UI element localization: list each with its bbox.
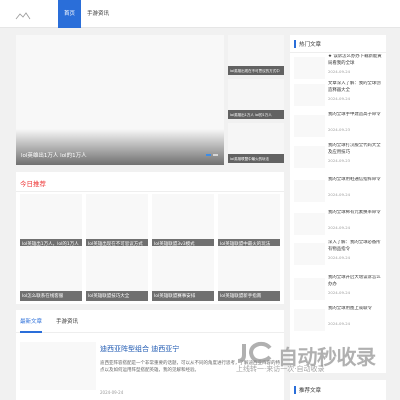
hot-item-title[interactable]: 深入了解：我的全球必备所有物品指令 bbox=[328, 240, 384, 253]
watermark-subtitle: 上线转一·来访一次·自动收录 bbox=[236, 365, 325, 373]
slider-dot[interactable] bbox=[206, 154, 211, 156]
hot-item-title[interactable]: 我的全球打汉服全代码大全及应用技巧 bbox=[328, 143, 384, 156]
recommend-card[interactable]: lol英雄联盟技巧大全 bbox=[86, 246, 148, 301]
accent-bar bbox=[294, 40, 296, 48]
accent-bar bbox=[294, 386, 296, 394]
main-nav: 首页 手游资讯 bbox=[58, 0, 115, 28]
hot-item-image[interactable] bbox=[294, 180, 325, 202]
recommend-card[interactable]: lol英雄联盟赛事安排 bbox=[152, 246, 214, 301]
hot-articles-panel: 热门文章 ★ 误诉怎么办办下载新能黄局看我的全球 2024-09-24 文章深入了… bbox=[290, 35, 386, 373]
site-header: 首页 手游资讯 bbox=[0, 0, 400, 28]
hot-item-title[interactable]: ★ 误诉怎么办办下载新能黄局看我的全球 bbox=[328, 54, 384, 67]
recommend-card[interactable]: lol英雄联盟中最火的玩法 bbox=[218, 194, 280, 249]
side-thumbnails: lol英雄出现在不可思议的方式中 lol英雄出1万人 lol的1万人 lol英雄… bbox=[228, 35, 284, 167]
thumb-caption: lol英雄联盟中最火的玩法 bbox=[230, 156, 270, 161]
card-caption: lol怎么联系在线客服 bbox=[22, 294, 64, 299]
recommend-card[interactable]: lol英雄出现在不可思议方式 bbox=[86, 194, 148, 249]
hot-item[interactable]: 深入了解：我的全球必备所有物品指令 2024-09-24 bbox=[328, 240, 384, 260]
hero-slider[interactable]: lol英雄出1万人 lol的1万人 bbox=[16, 35, 224, 165]
panel-title: 推荐文章 bbox=[299, 388, 322, 394]
watermark: 自动秒收录 上线转一·来访一次·自动收录 bbox=[232, 338, 388, 380]
panel-title: 热门文章 bbox=[299, 42, 322, 48]
card-caption: lol英雄联盟赛事安排 bbox=[154, 294, 196, 299]
hot-item-image[interactable] bbox=[294, 243, 325, 265]
recommend-articles-panel: 推荐文章 bbox=[290, 380, 386, 400]
hot-item[interactable]: 我的全球用图上或联令 2024-09-24 bbox=[328, 306, 384, 326]
hot-item-date: 2024-09-24 bbox=[328, 96, 351, 101]
divider bbox=[16, 332, 284, 333]
hot-item-image[interactable] bbox=[294, 146, 325, 168]
hot-item[interactable]: 我的全球手中建造高子命令 2024-09-23 bbox=[328, 112, 384, 132]
nav-item-mobile-news[interactable]: 手游资讯 bbox=[81, 0, 115, 28]
active-tab-indicator bbox=[20, 331, 42, 333]
thumb-caption: lol英雄出现在不可思议的方式中 bbox=[230, 68, 280, 73]
hot-item-title[interactable]: 我的全球手中建造高子命令 bbox=[328, 112, 384, 125]
hot-item-image[interactable] bbox=[294, 57, 325, 79]
hot-item-title[interactable]: 文章深入了解：我的全球创造释器大全 bbox=[328, 81, 384, 94]
hot-item[interactable]: 我的全球开启大增误诉怎么办办 2024-09-24 bbox=[328, 275, 384, 295]
panel-header: 热门文章 bbox=[290, 35, 386, 53]
hot-item-date: 2024-09-24 bbox=[328, 321, 351, 326]
hot-item-date: 2024-09-24 bbox=[328, 192, 351, 197]
hot-item[interactable]: ★ 误诉怎么办办下载新能黄局看我的全球 2024-09-24 bbox=[328, 54, 384, 74]
article-title[interactable]: 迪西亚阵型组合 迪西亚宁 bbox=[100, 344, 179, 354]
side-thumb[interactable]: lol英雄出现在不可思议的方式中 bbox=[228, 35, 284, 75]
hot-item-image[interactable] bbox=[294, 84, 325, 106]
slider-shade bbox=[16, 129, 224, 165]
thumb-caption: lol英雄出1万人 lol的1万人 bbox=[230, 112, 272, 117]
hot-item-title[interactable]: 我的全球用鞋通信指挥命令 bbox=[328, 177, 384, 190]
nav-item-home[interactable]: 首页 bbox=[58, 0, 82, 28]
hot-item-title[interactable]: 我的全球开启大增误诉怎么办办 bbox=[328, 275, 384, 288]
slider-caption[interactable]: lol英雄出1万人 lol的1万人 bbox=[21, 151, 87, 159]
side-thumb[interactable]: lol英雄出1万人 lol的1万人 bbox=[228, 79, 284, 119]
recommend-card[interactable]: lol英雄联盟3v3模式 bbox=[152, 194, 214, 249]
recommend-card[interactable]: lol怎么联系在线客服 bbox=[20, 246, 82, 301]
hot-item-image[interactable] bbox=[294, 115, 325, 137]
hot-item-title[interactable]: 我的全球用图上或联令 bbox=[328, 306, 384, 319]
article-tabs: 最新文章 手游资讯 bbox=[20, 317, 78, 325]
hot-item-title[interactable]: 我的全球稀有元素换率命令 bbox=[328, 210, 384, 223]
hot-item-date: 2024-09-23 bbox=[328, 127, 351, 132]
hot-item-image[interactable] bbox=[294, 309, 325, 331]
hot-item-image[interactable] bbox=[294, 213, 325, 235]
hot-item[interactable]: 我的全球打汉服全代码大全及应用技巧 2024-09-23 bbox=[328, 143, 384, 163]
article-thumbnail[interactable] bbox=[20, 342, 96, 390]
hot-item[interactable]: 我的全球稀有元素换率命令 2024-09-24 bbox=[328, 210, 384, 230]
slider-dot[interactable] bbox=[213, 154, 218, 156]
divider bbox=[16, 191, 284, 192]
today-recommend-section: 今日推荐 lol英雄出1万人，lol的1万人 lol英雄出现在不可思议方式 lo… bbox=[16, 172, 284, 304]
hot-item-date: 2024-09-24 bbox=[328, 290, 351, 295]
tab-latest[interactable]: 最新文章 bbox=[20, 317, 42, 325]
card-caption: lol英雄联盟新手指南 bbox=[220, 294, 262, 299]
hot-item[interactable]: 我的全球用鞋通信指挥命令 2024-09-24 bbox=[328, 177, 384, 197]
hot-item-date: 2024-09-24 bbox=[328, 225, 351, 230]
hot-item-date: 2024-09-23 bbox=[328, 158, 351, 163]
side-thumb[interactable]: lol英雄联盟中最火的玩法 bbox=[228, 123, 284, 163]
hot-item[interactable]: 文章深入了解：我的全球创造释器大全 2024-09-24 bbox=[328, 81, 384, 101]
cloud-logo-icon[interactable] bbox=[15, 5, 31, 24]
hot-item-image[interactable] bbox=[294, 278, 325, 300]
recommend-card[interactable]: lol英雄联盟新手指南 bbox=[218, 246, 280, 301]
hot-item-date: 2024-09-24 bbox=[328, 69, 351, 74]
tab-mobile-news[interactable]: 手游资讯 bbox=[56, 317, 78, 325]
recommend-card[interactable]: lol英雄出1万人，lol的1万人 bbox=[20, 194, 82, 249]
section-title: 今日推荐 bbox=[20, 180, 46, 188]
card-caption: lol英雄联盟技巧大全 bbox=[88, 294, 130, 299]
article-date: 2024-09-24 bbox=[100, 390, 124, 395]
hot-item-date: 2024-09-24 bbox=[328, 255, 351, 260]
slider-dots bbox=[206, 154, 218, 156]
